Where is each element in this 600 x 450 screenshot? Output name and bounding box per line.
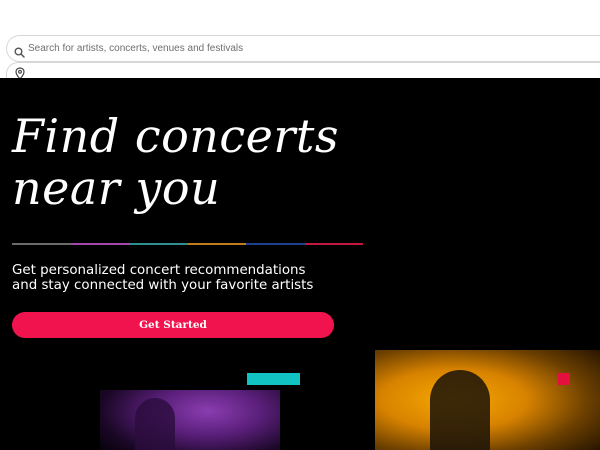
subtext-line-2: and stay connected with your favorite ar… xyxy=(12,278,314,293)
headline-line-2: near you xyxy=(12,161,221,215)
get-started-button[interactable]: Get Started xyxy=(12,312,334,338)
divider-segment xyxy=(187,243,246,245)
divider-segment xyxy=(129,243,188,245)
search-input[interactable]: Search for artists, concerts, venues and… xyxy=(28,43,243,54)
headline-line-1: Find concerts xyxy=(12,109,339,163)
divider-segment xyxy=(70,243,129,245)
teal-accent-block xyxy=(247,373,300,385)
hero-section: Find concerts near you Get personalized … xyxy=(0,78,600,450)
hero-subtext: Get personalized concert recommendations… xyxy=(12,263,313,293)
search-icon xyxy=(14,43,25,62)
performer-silhouette-left xyxy=(135,398,175,450)
color-divider xyxy=(12,243,363,245)
concert-photo-purple xyxy=(100,390,280,450)
page-title: Find concerts near you xyxy=(12,110,339,214)
subtext-line-1: Get personalized concert recommendations xyxy=(12,263,306,278)
red-accent-block xyxy=(558,373,570,385)
divider-segment xyxy=(304,243,363,245)
search-bar[interactable]: Search for artists, concerts, venues and… xyxy=(6,35,600,62)
performer-silhouette-right xyxy=(430,370,490,450)
divider-segment xyxy=(246,243,305,245)
divider-segment xyxy=(12,243,71,245)
